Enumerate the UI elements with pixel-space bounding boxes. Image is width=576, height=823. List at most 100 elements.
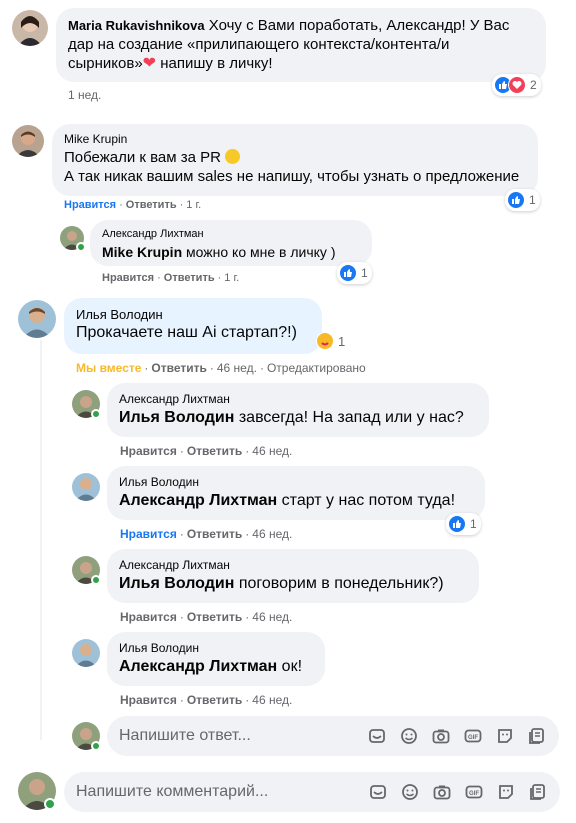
emoji-icon[interactable] xyxy=(399,726,419,746)
comment-meta: 1 нед. xyxy=(68,88,101,102)
reaction-summary[interactable]: 1 xyxy=(446,513,481,535)
mention-link[interactable]: Александр Лихтман xyxy=(119,492,277,509)
comment-line: А так никак вашим sales не напишу, чтобы… xyxy=(64,168,520,185)
reaction-count: 2 xyxy=(530,78,537,92)
comment-meta: Нравится · Ответить · 46 нед. xyxy=(120,693,293,707)
camera-icon[interactable] xyxy=(431,726,451,746)
reply-button[interactable]: Ответить xyxy=(187,693,242,707)
timestamp[interactable]: 1 нед. xyxy=(68,88,101,102)
avatar-sticker-icon[interactable] xyxy=(495,726,515,746)
avatar-ilya[interactable] xyxy=(72,473,100,501)
composer-toolbar: GIF xyxy=(368,782,548,802)
reaction-summary[interactable]: 1 xyxy=(314,330,349,352)
timestamp[interactable]: 46 нед. xyxy=(217,361,257,375)
reply-bubble: Илья Володин Александр Лихтман ок! xyxy=(107,632,325,686)
timestamp[interactable]: 1 г. xyxy=(224,272,239,284)
comment-text: Илья Володин поговорим в понедельник?) xyxy=(119,575,444,592)
camera-icon[interactable] xyxy=(432,782,452,802)
sticker-icon[interactable] xyxy=(368,782,388,802)
comment-text: Maria Rukavishnikova Хочу с Вами поработ… xyxy=(68,17,510,72)
mention-link[interactable]: Илья Володин xyxy=(119,575,234,592)
online-status-indicator xyxy=(91,575,101,585)
reply-button[interactable]: Ответить xyxy=(187,444,242,458)
comment-meta: Нравится · Ответить · 46 нед. xyxy=(120,527,293,541)
comment-input[interactable]: Напишите комментарий... xyxy=(76,783,368,801)
comment-bubble: Илья Володин Прокачаете наш Ai стартап?!… xyxy=(64,298,322,354)
comment-meta: Нравится · Ответить · 1 г. xyxy=(102,272,240,284)
comment-author[interactable]: Александр Лихтман xyxy=(119,391,477,408)
timestamp[interactable]: 46 нед. xyxy=(252,527,292,541)
comment-author[interactable]: Илья Володин xyxy=(119,640,313,657)
reply-button[interactable]: Ответить xyxy=(187,527,242,541)
notes-icon[interactable] xyxy=(528,782,548,802)
comment-bubble: Maria Rukavishnikova Хочу с Вами поработ… xyxy=(56,8,546,82)
notes-icon[interactable] xyxy=(527,726,547,746)
mention-link[interactable]: Mike Krupin xyxy=(102,244,182,260)
love-icon xyxy=(508,76,526,94)
heart-emoji-icon: ❤ xyxy=(142,55,157,72)
comment-author[interactable]: Александр Лихтман xyxy=(119,557,467,574)
group-badge[interactable]: Мы вместе xyxy=(76,361,141,375)
timestamp[interactable]: 46 нед. xyxy=(252,693,292,707)
like-button[interactable]: Нравится xyxy=(64,199,116,211)
avatar-ilya[interactable] xyxy=(72,639,100,667)
reaction-summary[interactable]: 1 xyxy=(337,262,372,284)
svg-text:GIF: GIF xyxy=(469,791,479,797)
emoji-icon[interactable] xyxy=(400,782,420,802)
like-button[interactable]: Нравится xyxy=(120,527,177,541)
online-status-indicator xyxy=(44,798,56,810)
reply-button[interactable]: Ответить xyxy=(126,199,177,211)
mention-link[interactable]: Илья Володин xyxy=(119,409,234,426)
reaction-count: 1 xyxy=(361,266,368,280)
reply-button[interactable]: Ответить xyxy=(187,610,242,624)
avatar-ilya[interactable] xyxy=(18,300,56,338)
comment-author[interactable]: Maria Rukavishnikova xyxy=(68,18,205,33)
comment-author[interactable]: Mike Krupin xyxy=(64,131,526,148)
reply-bubble: Александр Лихтман Илья Володин завсегда!… xyxy=(107,383,489,437)
comment-composer[interactable]: Напишите комментарий... GIF xyxy=(64,772,560,812)
timestamp[interactable]: 1 г. xyxy=(186,199,201,211)
comment-meta: Нравится · Ответить · 46 нед. xyxy=(120,610,293,624)
like-button[interactable]: Нравится xyxy=(102,272,154,284)
comment-line: Побежали к вам за PR xyxy=(64,148,526,167)
edited-label[interactable]: Отредактировано xyxy=(267,361,366,375)
comment-author[interactable]: Илья Володин xyxy=(119,474,473,491)
timestamp[interactable]: 46 нед. xyxy=(252,444,292,458)
gif-icon[interactable]: GIF xyxy=(463,726,483,746)
like-button[interactable]: Нравится xyxy=(120,610,177,624)
like-button[interactable]: Нравится xyxy=(120,693,177,707)
reply-composer[interactable]: Напишите ответ... GIF xyxy=(107,716,559,756)
gif-icon[interactable]: GIF xyxy=(464,782,484,802)
reaction-count: 1 xyxy=(529,193,536,207)
comment-text: Александр Лихтман старт у нас потом туда… xyxy=(119,492,456,509)
like-icon xyxy=(448,515,466,533)
reply-button[interactable]: Ответить xyxy=(164,272,215,284)
like-button[interactable]: Нравится xyxy=(120,444,177,458)
svg-text:GIF: GIF xyxy=(468,735,478,741)
reply-button[interactable]: Ответить xyxy=(151,361,206,375)
online-status-indicator xyxy=(91,741,101,751)
online-status-indicator xyxy=(76,242,86,252)
comment-text: Илья Володин завсегда! На запад или у на… xyxy=(119,409,464,426)
reply-bubble: Александр Лихтман Илья Володин поговорим… xyxy=(107,549,479,603)
reaction-count: 1 xyxy=(338,333,346,349)
mention-link[interactable]: Александр Лихтман xyxy=(119,658,277,675)
reaction-summary[interactable]: 1 xyxy=(505,189,540,211)
comment-text: Прокачаете наш Ai стартап?!) xyxy=(76,324,297,341)
reaction-summary[interactable]: 2 xyxy=(492,74,541,96)
reaction-count: 1 xyxy=(470,517,477,531)
sticker-icon[interactable] xyxy=(367,726,387,746)
like-icon xyxy=(507,191,525,209)
thread-line xyxy=(40,340,42,740)
comment-author[interactable]: Александр Лихтман xyxy=(102,226,360,243)
comment-text: Александр Лихтман ок! xyxy=(119,658,303,675)
comment-bubble: Mike Krupin Побежали к вам за PR А так н… xyxy=(52,124,538,196)
avatar-sticker-icon[interactable] xyxy=(496,782,516,802)
reply-input[interactable]: Напишите ответ... xyxy=(119,727,367,745)
comment-text: Mike Krupin можно ко мне в личку ) xyxy=(102,244,336,260)
comment-author[interactable]: Илья Володин xyxy=(76,306,310,323)
timestamp[interactable]: 46 нед. xyxy=(252,610,292,624)
avatar-maria[interactable] xyxy=(12,10,48,46)
smile-emoji-icon xyxy=(225,149,241,164)
avatar-mike[interactable] xyxy=(12,125,44,157)
